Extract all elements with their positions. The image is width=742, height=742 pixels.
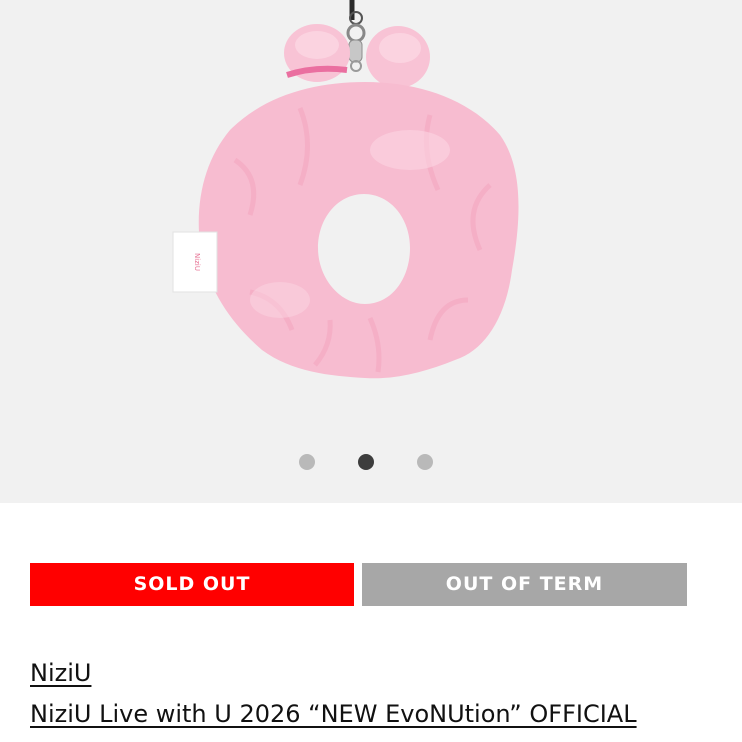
out-of-term-badge: OUT OF TERM [362,563,687,606]
carousel-dot-2-active[interactable] [358,454,374,470]
artist-link[interactable]: NiziU [30,659,91,687]
product-title-link[interactable]: NiziU Live with U 2026 “NEW EvoNUtion” O… [30,700,637,728]
carousel-dot-1[interactable] [299,454,315,470]
carousel-dot-3[interactable] [417,454,433,470]
sold-out-badge: SOLD OUT [30,563,354,606]
product-image-gallery[interactable]: NiziU [0,0,742,503]
product-image[interactable]: NiziU [0,0,742,503]
carousel-dots [0,453,742,471]
product-tag-label: NiziU [193,253,201,271]
